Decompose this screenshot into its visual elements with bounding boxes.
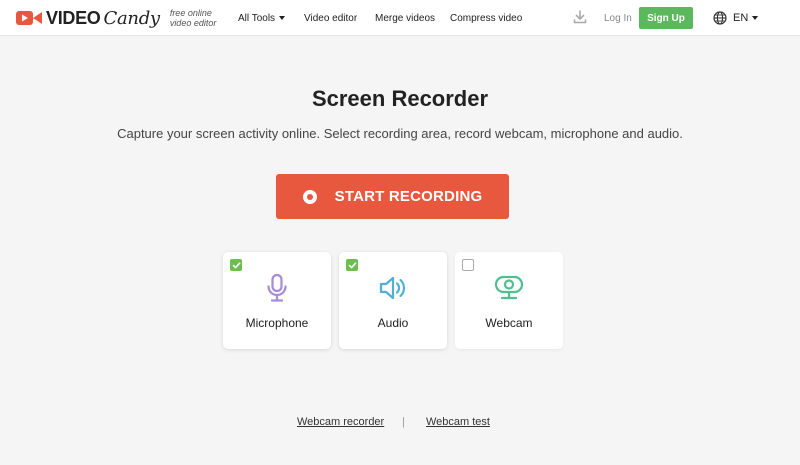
checkmark-icon (232, 261, 240, 268)
signup-button[interactable]: Sign Up (639, 7, 693, 29)
link-separator: | (402, 416, 405, 428)
microphone-icon (267, 273, 287, 302)
webcam-icon (494, 275, 524, 300)
record-icon (302, 189, 317, 204)
logo-tagline: free online video editor (169, 8, 217, 28)
nav-all-tools[interactable]: All Tools (238, 0, 286, 36)
nav-compress-video[interactable]: Compress video (450, 0, 522, 36)
audio-checkbox[interactable] (346, 259, 358, 271)
nav-merge-videos[interactable]: Merge videos (375, 0, 435, 36)
start-recording-label: START RECORDING (334, 188, 483, 205)
start-recording-button[interactable]: START RECORDING (276, 174, 509, 219)
language-label: EN (733, 12, 749, 24)
checkmark-icon (348, 261, 356, 268)
audio-label: Audio (377, 316, 409, 330)
language-selector[interactable]: EN (713, 0, 759, 36)
logo-video-text: VIDEO (46, 7, 101, 28)
caret-down-icon (752, 16, 759, 20)
option-webcam[interactable]: Webcam (455, 252, 563, 349)
caret-down-icon (279, 16, 286, 20)
microphone-label: Microphone (245, 316, 309, 330)
webcam-checkbox[interactable] (462, 259, 474, 271)
page-title: Screen Recorder (311, 86, 489, 111)
download-icon[interactable] (572, 9, 588, 25)
webcam-test-link[interactable]: Webcam test (426, 416, 490, 428)
option-microphone[interactable]: Microphone (223, 252, 331, 349)
webcam-label: Webcam (485, 316, 533, 330)
page-subtitle: Capture your screen activity online. Sel… (117, 126, 683, 141)
login-link[interactable]: Log In (604, 0, 632, 36)
speaker-icon (379, 276, 405, 300)
option-audio[interactable]: Audio (339, 252, 447, 349)
footer-links: Webcam recorder | Webcam test (0, 416, 800, 430)
globe-icon (713, 11, 727, 25)
logo-candy-text: Candy (103, 7, 161, 29)
logo[interactable]: VIDEO Candy free online video editor (16, 6, 230, 30)
nav-all-tools-label: All Tools (238, 12, 276, 24)
top-navbar: VIDEO Candy free online video editor All… (0, 0, 800, 36)
webcam-recorder-link[interactable]: Webcam recorder (297, 416, 384, 428)
microphone-checkbox[interactable] (230, 259, 242, 271)
nav-video-editor[interactable]: Video editor (304, 0, 357, 36)
video-camera-icon (16, 11, 42, 25)
